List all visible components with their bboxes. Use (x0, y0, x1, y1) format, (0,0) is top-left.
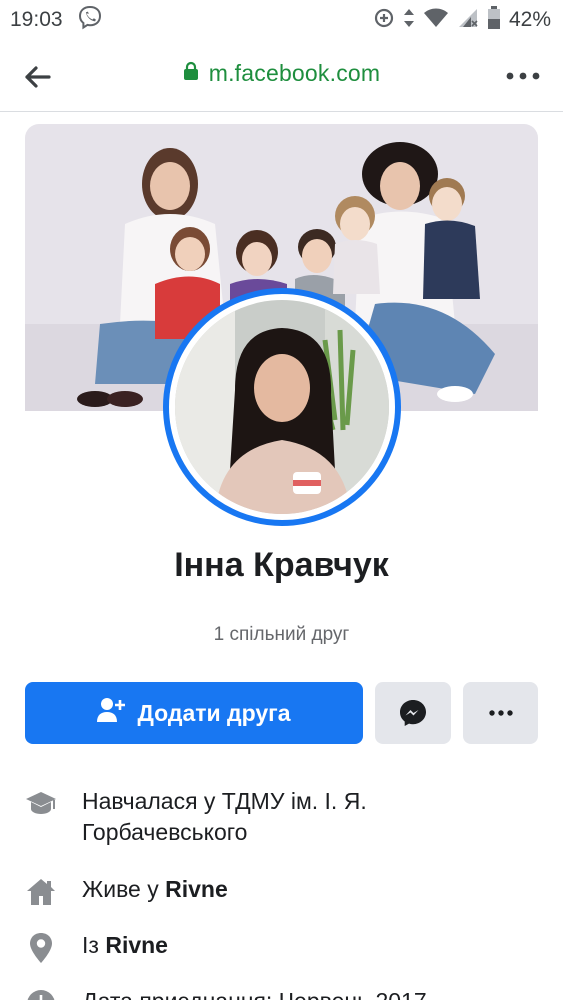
lock-icon (183, 61, 199, 86)
clock-icon (25, 988, 57, 1000)
lives-in-prefix: Живе у (82, 876, 166, 902)
lives-in-item: Живе у Rivne (25, 874, 538, 908)
mutual-friends-link[interactable]: 1 спільний друг (0, 624, 563, 646)
joined-item: Дата приєднання: Червень 2017 (25, 986, 538, 1000)
profile-name: Інна Кравчук (174, 546, 389, 584)
viber-icon (77, 5, 103, 36)
status-bar: 19:03 42% (0, 0, 563, 40)
from-text: Із Rivne (82, 930, 522, 961)
more-horizontal-icon (506, 72, 540, 80)
education-line-1: Навчалася у ТДМУ ім. І. Я. (82, 788, 367, 814)
status-time: 19:03 (10, 8, 63, 31)
message-button[interactable] (375, 682, 451, 744)
home-icon (25, 876, 57, 908)
url-bar[interactable]: m.facebook.com (0, 60, 563, 87)
from-prefix: Із (82, 932, 106, 958)
battery-percent: 42% (508, 8, 551, 31)
add-friend-button[interactable]: Додати друга (25, 682, 363, 744)
add-friend-icon (97, 697, 126, 729)
signal-icon (457, 7, 479, 34)
graduation-cap-icon (25, 788, 57, 820)
education-line-2[interactable]: Горбачевського (82, 819, 247, 845)
lives-in-text: Живе у Rivne (82, 874, 522, 905)
url-text: m.facebook.com (208, 60, 381, 86)
browser-menu-button[interactable] (505, 64, 541, 88)
more-horizontal-icon (488, 710, 513, 716)
data-saver-icon (373, 7, 395, 34)
add-friend-label: Додати друга (137, 699, 291, 726)
status-right: 42% (373, 5, 551, 35)
joined-text: Дата приєднання: Червень 2017 (82, 986, 522, 1000)
battery-icon (487, 5, 501, 35)
education-text: Навчалася у ТДМУ ім. І. Я. Горбачевськог… (82, 786, 522, 848)
data-arrows-icon (403, 7, 415, 34)
wifi-icon (423, 7, 449, 34)
profile-picture[interactable] (163, 288, 401, 526)
location-pin-icon (25, 932, 57, 964)
avatar (175, 300, 389, 514)
from-item: Із Rivne (25, 930, 538, 964)
lives-in-place[interactable]: Rivne (165, 876, 228, 902)
from-place[interactable]: Rivne (105, 932, 168, 958)
status-left: 19:03 (10, 5, 103, 36)
messenger-icon (400, 700, 426, 726)
profile-actions: Додати друга (25, 682, 538, 744)
education-item: Навчалася у ТДМУ ім. І. Я. Горбачевськог… (25, 786, 538, 845)
browser-toolbar: m.facebook.com (0, 40, 563, 112)
more-options-button[interactable] (463, 682, 538, 744)
